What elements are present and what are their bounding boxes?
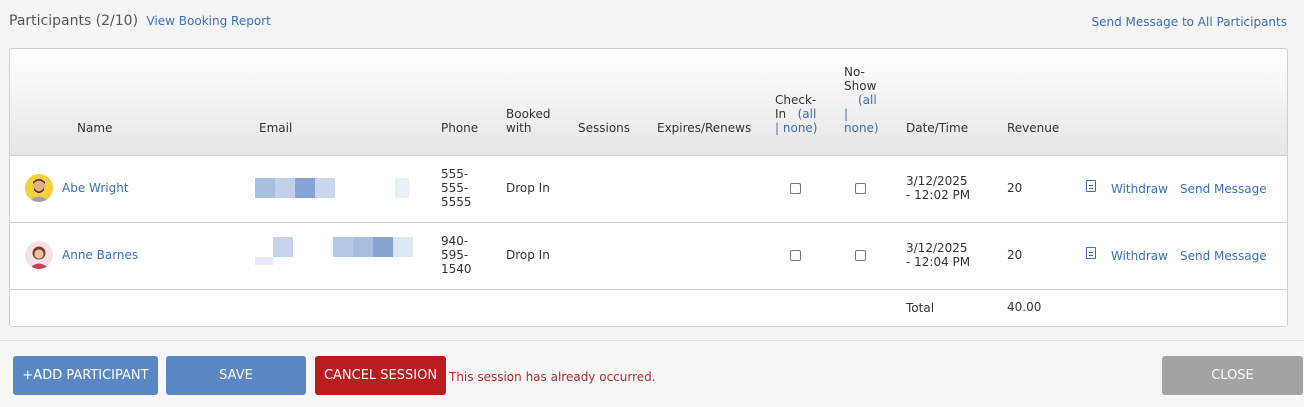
withdraw-link[interactable]: Withdraw	[1111, 249, 1168, 263]
participant-name-link[interactable]: Abe Wright	[62, 181, 129, 195]
table-row: Anne Barnes 940- 595- 1540 Drop In 3/12/…	[10, 223, 1287, 290]
document-icon[interactable]	[1086, 180, 1096, 192]
cancel-session-button[interactable]: CANCEL SESSION	[315, 356, 446, 395]
participant-phone: 940- 595- 1540	[441, 234, 472, 276]
email-redacted	[255, 176, 415, 198]
send-message-link[interactable]: Send Message	[1180, 249, 1267, 263]
participant-name-link[interactable]: Anne Barnes	[62, 248, 138, 262]
booking-date: 3/12/2025	[906, 241, 968, 255]
send-message-all-link[interactable]: Send Message to All Participants	[1092, 15, 1288, 29]
noshow-all-link[interactable]: (all	[858, 93, 877, 107]
view-booking-report-link[interactable]: View Booking Report	[147, 14, 271, 28]
document-icon[interactable]	[1086, 247, 1096, 259]
col-checkin-line1: Check-	[775, 93, 817, 107]
col-phone: Phone	[441, 121, 479, 135]
col-name: Name	[77, 121, 113, 135]
booking-time: - 12:02 PM	[906, 188, 971, 202]
checkin-none-link[interactable]: none)	[783, 121, 818, 135]
checkin-separator: |	[775, 121, 780, 135]
col-booked-with: Booked with	[506, 107, 550, 135]
booking-time: - 12:04 PM	[906, 255, 971, 269]
noshow-separator: |	[844, 107, 849, 121]
participant-phone: 555- 555- 5555	[441, 167, 472, 209]
phone-line2: 595-	[441, 248, 469, 262]
avatar	[25, 174, 53, 202]
col-revenue: Revenue	[1007, 121, 1060, 135]
col-email: Email	[259, 121, 293, 135]
checkin-all-link[interactable]: (all	[798, 107, 817, 121]
withdraw-link[interactable]: Withdraw	[1111, 182, 1168, 196]
col-noshow-line2: Show	[844, 79, 877, 93]
noshow-checkbox[interactable]	[855, 183, 866, 194]
table-header: Name Email Phone Booked with Sessions Ex…	[10, 49, 1287, 156]
booking-datetime: 3/12/2025 - 12:04 PM	[906, 241, 970, 269]
col-checkin-line2: In	[775, 107, 787, 121]
booking-date: 3/12/2025	[906, 174, 968, 188]
total-row: Total 40.00	[10, 290, 1287, 326]
total-value: 40.00	[1007, 300, 1042, 314]
col-booked-with-line1: Booked	[506, 107, 551, 121]
close-button[interactable]: CLOSE	[1162, 356, 1303, 395]
total-label: Total	[906, 301, 935, 315]
checkin-checkbox[interactable]	[790, 183, 801, 194]
revenue-value: 20	[1007, 248, 1023, 262]
phone-line1: 555-	[441, 167, 469, 181]
participants-count-label: Participants (2/10)	[9, 13, 139, 29]
table-row: Abe Wright 555- 555- 5555 Drop In 3/12/2…	[10, 156, 1287, 223]
revenue-value: 20	[1007, 181, 1023, 195]
save-button[interactable]: SAVE	[166, 356, 306, 395]
phone-line3: 1540	[441, 262, 472, 276]
booked-with: Drop In	[506, 248, 550, 262]
col-booked-with-line2: with	[506, 121, 532, 135]
noshow-checkbox[interactable]	[855, 250, 866, 261]
email-redacted	[255, 237, 415, 267]
col-checkin: Check- In (all | none)	[775, 93, 825, 135]
booked-with: Drop In	[506, 181, 550, 195]
col-noshow: No- Show (all | none)	[844, 65, 890, 135]
booking-datetime: 3/12/2025 - 12:02 PM	[906, 174, 970, 202]
col-noshow-line1: No-	[844, 65, 865, 79]
phone-line1: 940-	[441, 234, 469, 248]
session-warning-text: This session has already occurred.	[449, 370, 656, 384]
phone-line3: 5555	[441, 195, 472, 209]
col-expires: Expires/Renews	[657, 121, 752, 135]
avatar	[25, 241, 53, 269]
col-sessions: Sessions	[578, 121, 631, 135]
checkin-checkbox[interactable]	[790, 250, 801, 261]
phone-line2: 555-	[441, 181, 469, 195]
col-datetime: Date/Time	[906, 121, 969, 135]
noshow-none-link[interactable]: none)	[844, 121, 879, 135]
send-message-link[interactable]: Send Message	[1180, 182, 1267, 196]
participants-title: Participants (2/10) View Booking Report	[9, 13, 271, 29]
participants-table: Name Email Phone Booked with Sessions Ex…	[9, 48, 1288, 327]
add-participant-button[interactable]: +ADD PARTICIPANT	[13, 356, 158, 395]
